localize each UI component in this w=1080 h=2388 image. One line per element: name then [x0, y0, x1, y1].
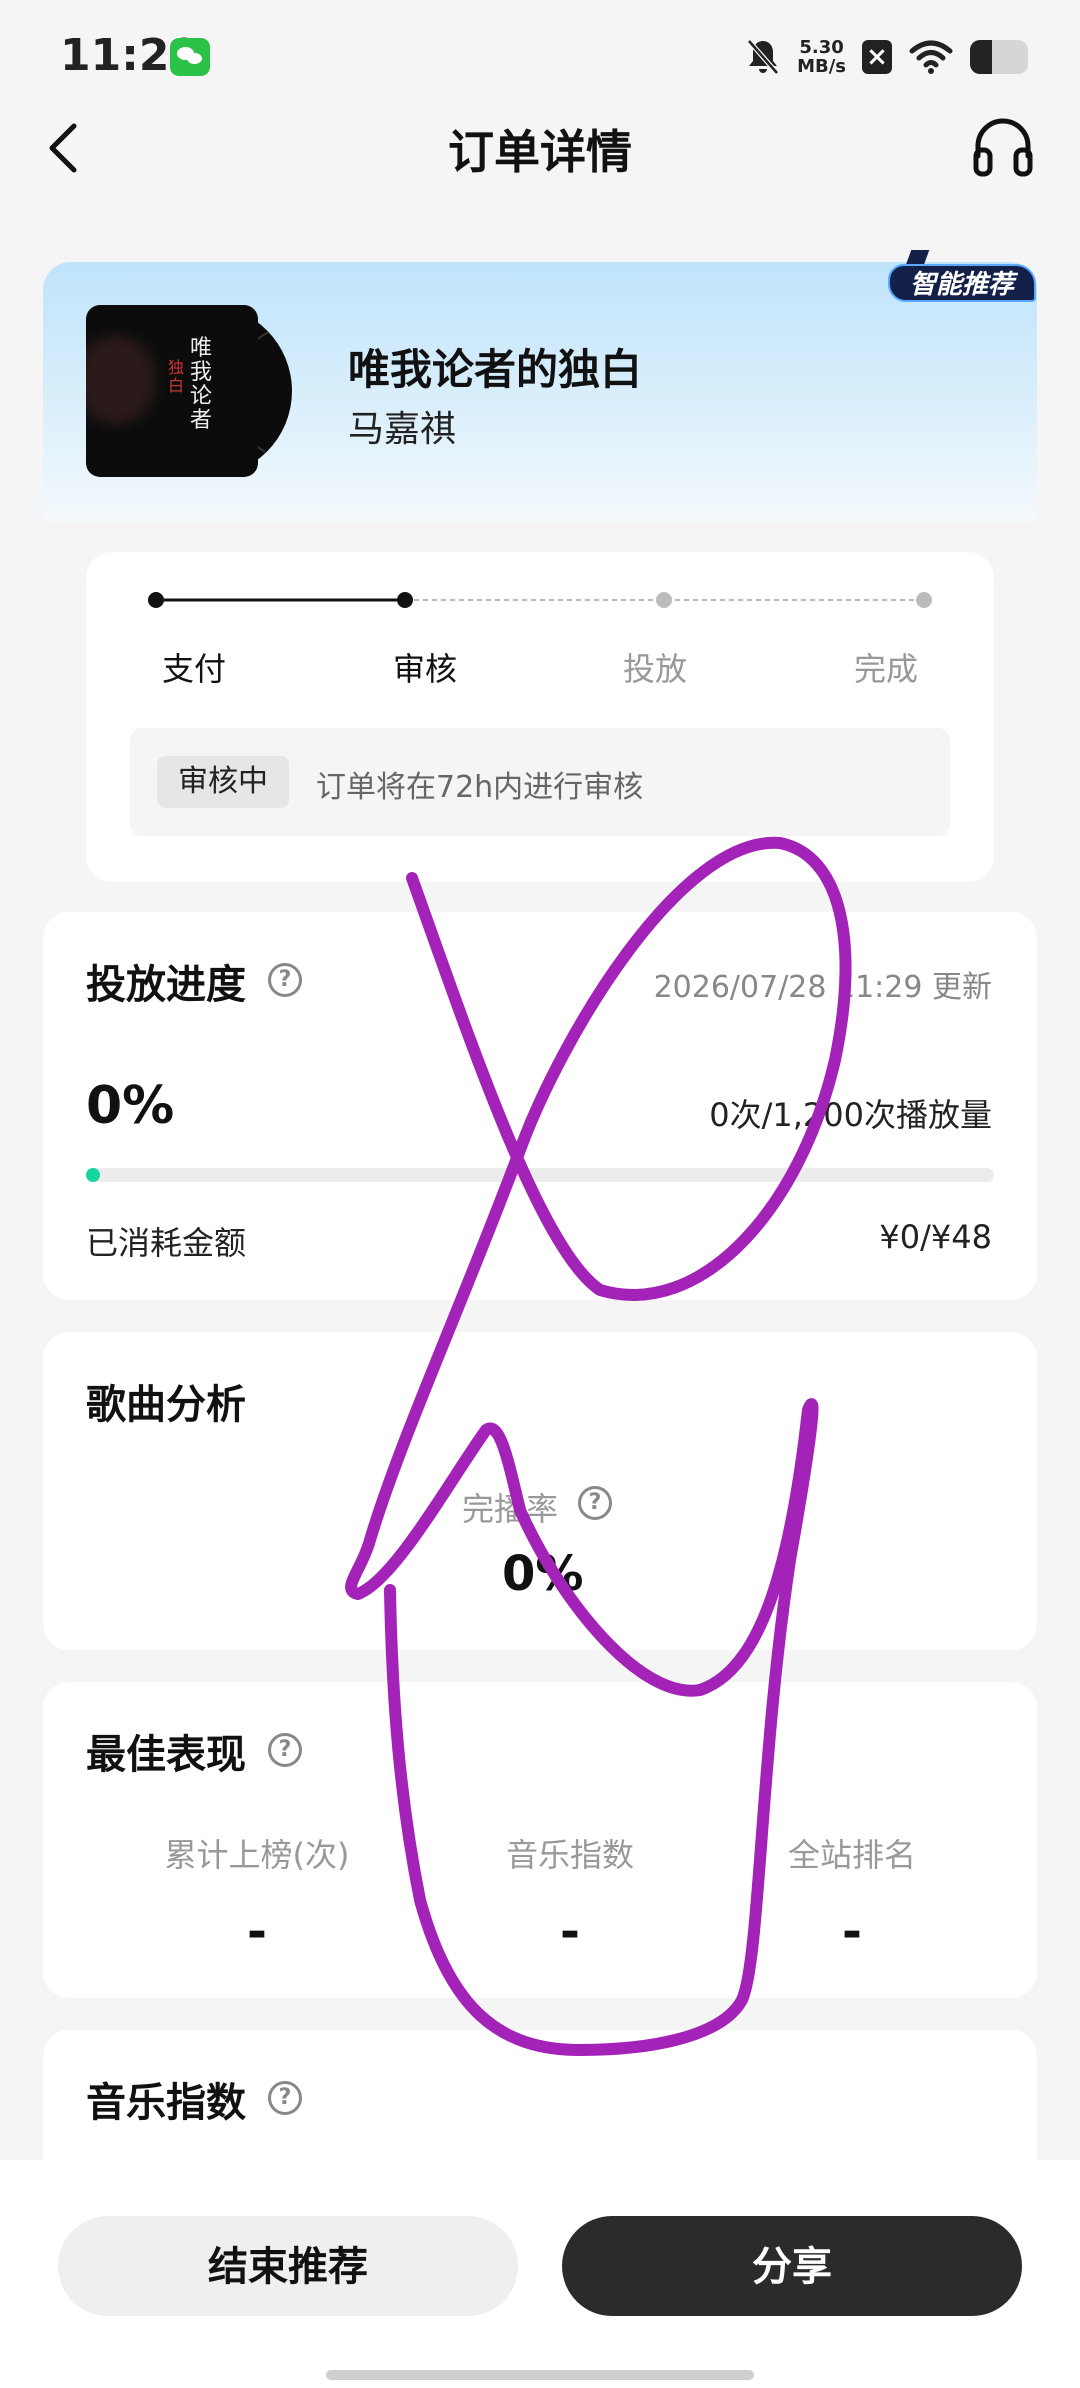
- headset-icon[interactable]: [970, 112, 1036, 182]
- chart-entries-column: 累计上榜(次) -: [107, 1830, 407, 1960]
- help-icon[interactable]: ?: [268, 1733, 302, 1767]
- song-artist: 马嘉祺: [348, 409, 457, 450]
- step-dot-deliver: [656, 592, 672, 608]
- completion-rate-value: 0%: [502, 1546, 584, 1602]
- end-recommend-button[interactable]: 结束推荐: [58, 2216, 518, 2316]
- help-icon[interactable]: ?: [268, 963, 302, 997]
- music-index-column: 音乐指数 -: [420, 1830, 720, 1960]
- step-label-deliver: 投放: [622, 650, 687, 688]
- spent-value: ¥0/¥48: [879, 1218, 992, 1256]
- step-dot-review: [397, 592, 413, 608]
- page-title: 订单详情: [448, 125, 632, 179]
- chart-entries-value: -: [247, 1904, 267, 1960]
- analysis-title: 歌曲分析: [86, 1382, 246, 1428]
- step-label-pay: 支付: [161, 650, 226, 688]
- bell-off-icon: [747, 39, 779, 75]
- progress-percent: 0%: [86, 1076, 175, 1136]
- site-rank-label: 全站排名: [787, 1836, 916, 1874]
- best-title: 最佳表现: [86, 1732, 246, 1778]
- home-indicator: [326, 2370, 754, 2380]
- progress-fill: [86, 1168, 100, 1182]
- update-time: 2026/07/28 11:29 更新: [653, 970, 992, 1005]
- share-button[interactable]: 分享: [562, 2216, 1022, 2316]
- step-dot-pay: [148, 592, 164, 608]
- status-icons: 5.30 MB/s ×: [745, 34, 1028, 80]
- step-label-review: 审核: [392, 650, 457, 688]
- music-index-title: 音乐指数: [86, 2080, 246, 2126]
- progress-track: [86, 1168, 994, 1182]
- status-badge: 审核中: [157, 756, 289, 808]
- completion-rate-label: 完播率: [462, 1490, 559, 1528]
- smart-recommend-badge: 智能推荐: [888, 264, 1036, 302]
- step-dot-complete: [916, 592, 932, 608]
- music-index-value: -: [560, 1904, 580, 1960]
- cover-title-text: 唯我论者: [190, 336, 213, 433]
- song-title: 唯我论者的独白: [348, 345, 643, 394]
- review-status-text: 订单将在72h内进行审核: [316, 770, 644, 805]
- wechat-icon: [170, 38, 210, 76]
- album-cover: 唯我论者 独白: [86, 305, 258, 477]
- steps-track: [156, 598, 924, 602]
- notification-x-icon: ×: [862, 40, 892, 74]
- spent-label: 已消耗金额: [86, 1224, 247, 1262]
- help-icon[interactable]: ?: [268, 2081, 302, 2115]
- play-count: 0次/1,200次播放量: [709, 1096, 992, 1134]
- help-icon[interactable]: ?: [578, 1486, 612, 1520]
- site-rank-column: 全站排名 -: [702, 1830, 1002, 1960]
- chart-entries-label: 累计上榜(次): [164, 1836, 350, 1874]
- progress-title: 投放进度: [86, 962, 246, 1008]
- battery-icon: [970, 40, 1028, 74]
- step-label-complete: 完成: [853, 650, 918, 688]
- cover-subtitle-text: 独白: [168, 358, 185, 395]
- network-speed: 5.30 MB/s: [797, 37, 846, 77]
- site-rank-value: -: [842, 1904, 862, 1960]
- wifi-icon: [909, 40, 953, 74]
- music-index-label: 音乐指数: [505, 1836, 634, 1874]
